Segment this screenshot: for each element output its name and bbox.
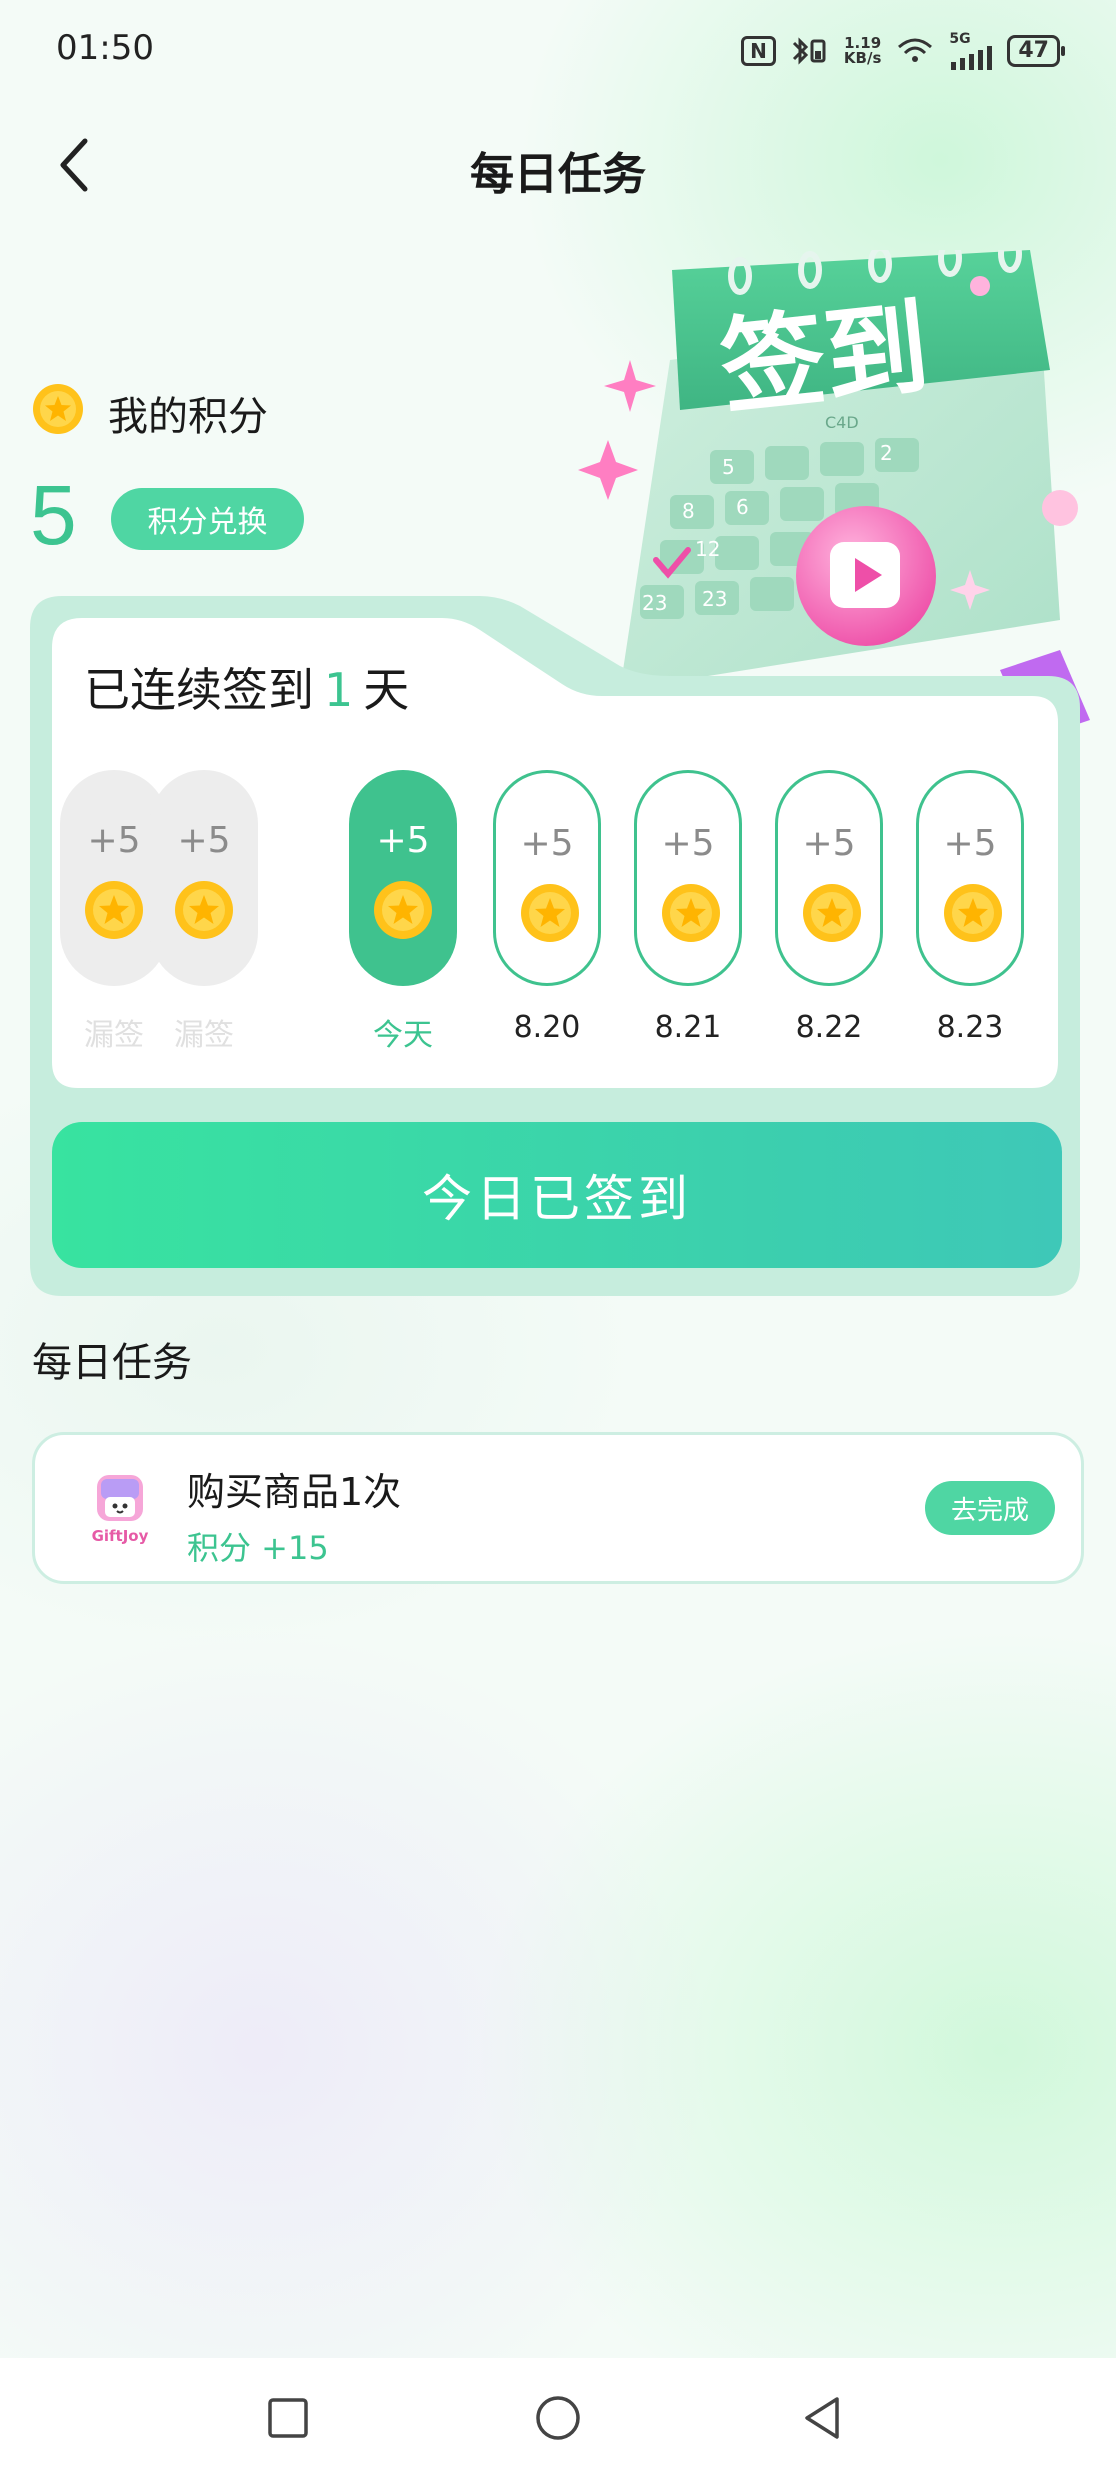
task-reward: 积分 +15 bbox=[187, 1529, 329, 1567]
coin-icon bbox=[803, 884, 861, 942]
task-item: GiftJoy 购买商品1次 积分 +15 去完成 bbox=[32, 1432, 1084, 1584]
coin-icon bbox=[85, 881, 143, 939]
tasks-heading: 每日任务 bbox=[32, 1340, 192, 1386]
coin-icon bbox=[521, 884, 579, 942]
bluetooth-battery-icon bbox=[792, 37, 826, 65]
checkin-day: +5 8.20 bbox=[493, 770, 601, 1045]
svg-text:12: 12 bbox=[695, 537, 720, 561]
checkin-day: +5 8.21 bbox=[634, 770, 742, 1045]
coin-icon bbox=[175, 881, 233, 939]
coin-icon bbox=[944, 884, 1002, 942]
svg-text:C4D: C4D bbox=[825, 413, 859, 432]
day-pill-today: +5 bbox=[349, 770, 457, 986]
day-pill: +5 bbox=[150, 770, 258, 986]
svg-text:GiftJoy: GiftJoy bbox=[92, 1527, 149, 1545]
points-exchange-button[interactable]: 积分兑换 bbox=[111, 488, 304, 550]
status-icons: N 1.19 KB/s 5G 47 bbox=[741, 32, 1065, 70]
svg-text:6: 6 bbox=[736, 495, 749, 519]
nav-recents-button[interactable] bbox=[258, 2388, 318, 2448]
coin-icon bbox=[662, 884, 720, 942]
triangle-back-icon bbox=[805, 2397, 839, 2439]
task-title: 购买商品1次 bbox=[187, 1470, 402, 1514]
svg-text:5: 5 bbox=[722, 455, 735, 479]
points-label: 我的积分 bbox=[108, 394, 268, 440]
points-coin-icon bbox=[33, 384, 83, 434]
page-title: 每日任务 bbox=[470, 149, 646, 200]
wifi-icon bbox=[898, 38, 933, 62]
battery-icon: 47 bbox=[1007, 35, 1065, 67]
day-pill: +5 bbox=[916, 770, 1024, 986]
nav-home-button[interactable] bbox=[528, 2388, 588, 2448]
day-pill: +5 bbox=[775, 770, 883, 986]
coin-icon bbox=[374, 881, 432, 939]
signed-in-button[interactable]: 今日已签到 bbox=[52, 1122, 1062, 1268]
checkin-day: +5 漏签 bbox=[150, 770, 258, 1054]
checkin-days: +5 漏签 +5 漏签 +5 今天 +5 8.20 +5 8.21 +5 8.2… bbox=[60, 770, 1056, 1060]
checkin-day-today: +5 今天 bbox=[349, 770, 457, 1054]
circle-icon bbox=[536, 2396, 580, 2440]
giftjoy-app-icon: GiftJoy bbox=[92, 1475, 149, 1545]
nav-back-button[interactable] bbox=[792, 2388, 852, 2448]
system-navbar bbox=[0, 2358, 1116, 2480]
task-go-complete-button[interactable]: 去完成 bbox=[925, 1481, 1055, 1535]
status-time: 01:50 bbox=[56, 28, 154, 68]
svg-text:2: 2 bbox=[880, 441, 893, 465]
checkin-day: +5 8.22 bbox=[775, 770, 883, 1045]
checkin-streak: 已连续签到 1 天 bbox=[84, 663, 410, 717]
signal-icon: 5G bbox=[949, 32, 993, 70]
points-value: 5 bbox=[30, 468, 77, 562]
nfc-icon: N bbox=[741, 36, 776, 66]
svg-text:8: 8 bbox=[682, 499, 695, 523]
streak-days: 1 bbox=[324, 663, 354, 717]
square-icon bbox=[268, 2398, 308, 2438]
net-speed: 1.19 KB/s bbox=[843, 34, 882, 67]
day-pill: +5 bbox=[634, 770, 742, 986]
day-pill: +5 bbox=[493, 770, 601, 986]
checkin-day: +5 8.23 bbox=[916, 770, 1024, 1045]
illustration-title: 签到 bbox=[715, 286, 935, 429]
